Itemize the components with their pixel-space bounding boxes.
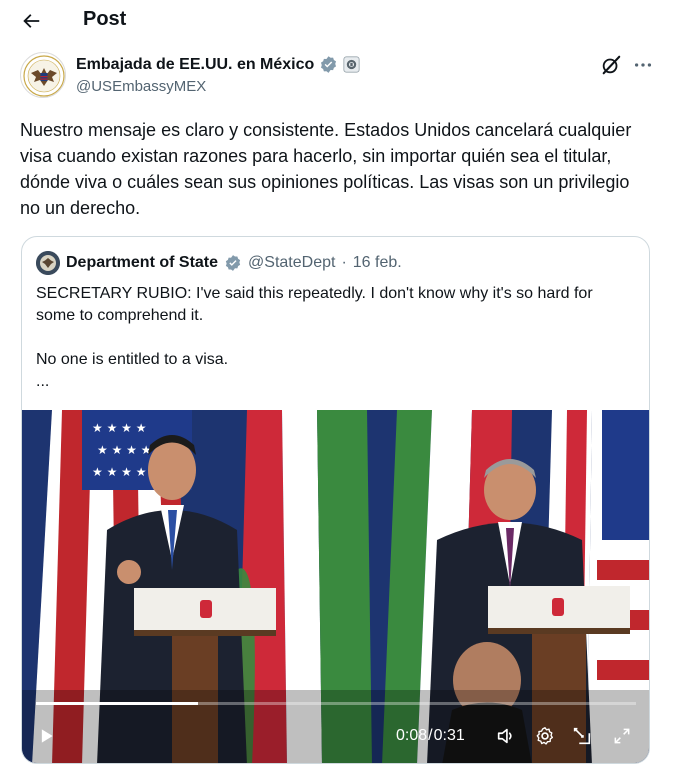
video-progress-bar[interactable] bbox=[36, 702, 636, 705]
grok-icon bbox=[602, 55, 621, 75]
quote-date[interactable]: 16 feb. bbox=[353, 254, 402, 272]
video-duration: 0:31 bbox=[433, 727, 465, 744]
post-text: Nuestro mensaje es claro y consistente. … bbox=[20, 120, 632, 218]
back-button[interactable] bbox=[14, 4, 48, 38]
quote-line: SECRETARY RUBIO: I've said this repeated… bbox=[36, 285, 593, 302]
arrow-left-icon bbox=[23, 14, 40, 28]
quote-author-name[interactable]: Department of State bbox=[66, 254, 218, 272]
verified-badge-icon bbox=[225, 255, 241, 271]
top-bar: Post bbox=[0, 0, 673, 40]
state-department-seal-icon bbox=[36, 251, 60, 275]
quote-line: No one is entitled to a visa. bbox=[36, 351, 229, 368]
quote-avatar[interactable] bbox=[36, 251, 60, 275]
svg-text:★ ★ ★ ★: ★ ★ ★ ★ bbox=[92, 465, 146, 479]
author-name[interactable]: Embajada de EE.UU. en México bbox=[76, 55, 360, 74]
settings-button[interactable] bbox=[531, 722, 559, 750]
fullscreen-icon bbox=[614, 728, 630, 744]
video-time: 0:08/0:31 bbox=[396, 727, 465, 745]
settings-icon bbox=[536, 727, 554, 745]
author-name-text: Embajada de EE.UU. en México bbox=[76, 55, 315, 73]
more-icon bbox=[634, 63, 652, 67]
verified-badge-icon bbox=[321, 56, 337, 73]
post-author: Embajada de EE.UU. en México @USEmbassyM… bbox=[20, 52, 660, 100]
play-icon bbox=[41, 729, 53, 743]
video-frame: ★ ★ ★ ★ ★ ★ ★ ★ ★ ★ ★ ★ bbox=[22, 410, 649, 763]
video-player[interactable]: ★ ★ ★ ★ ★ ★ ★ ★ ★ ★ ★ ★ 0:08/0:31 bbox=[22, 410, 649, 763]
svg-text:★ ★ ★ ★: ★ ★ ★ ★ bbox=[92, 421, 146, 435]
quote-author-handle: @StateDept bbox=[248, 254, 336, 271]
government-seal-icon[interactable] bbox=[343, 56, 360, 73]
play-button[interactable] bbox=[32, 722, 60, 750]
svg-text:★ ★ ★ ★: ★ ★ ★ ★ bbox=[97, 443, 151, 457]
quoted-post[interactable]: Department of State @StateDept · 16 feb.… bbox=[21, 236, 650, 764]
quote-text: SECRETARY RUBIO: I've said this repeated… bbox=[36, 283, 636, 393]
video-progress-fill bbox=[36, 702, 198, 705]
volume-button[interactable] bbox=[492, 722, 520, 750]
picture-in-picture-icon bbox=[573, 727, 591, 745]
more-options-button[interactable] bbox=[631, 54, 655, 76]
page-title: Post bbox=[83, 8, 127, 30]
author-handle[interactable]: @USEmbassyMEX bbox=[76, 78, 206, 95]
quote-separator: · bbox=[341, 254, 347, 271]
quote-line: ... bbox=[36, 373, 50, 390]
quote-header: Department of State @StateDept · 16 feb. bbox=[36, 251, 402, 275]
video-current-time: 0:08 bbox=[396, 727, 428, 744]
grok-button[interactable] bbox=[600, 54, 622, 76]
avatar[interactable] bbox=[20, 52, 66, 98]
quote-line bbox=[36, 327, 636, 349]
fullscreen-button[interactable] bbox=[608, 722, 636, 750]
embassy-seal-icon bbox=[23, 55, 65, 97]
picture-in-picture-button[interactable] bbox=[568, 722, 596, 750]
video-controls: 0:08/0:31 bbox=[22, 718, 649, 758]
volume-icon bbox=[497, 728, 512, 744]
quote-line: some to comprehend it. bbox=[36, 307, 204, 324]
